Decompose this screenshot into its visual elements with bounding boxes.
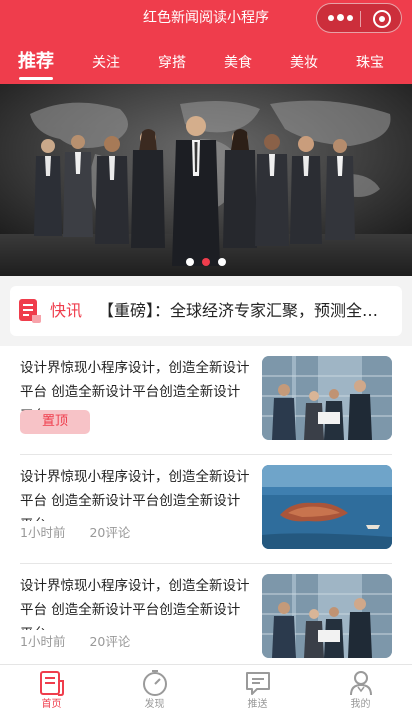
news-comments: 20评论 [89,634,131,649]
capsule-divider [360,11,361,27]
tabbar-label: 首页 [41,699,62,710]
news-meta: 1小时前 20评论 [20,634,150,650]
tab-jewelry[interactable]: 珠宝 [352,48,388,84]
bottom-tab-bar: 首页 发现 推送 我的 [0,664,412,712]
tab-makeup[interactable]: 美妆 [286,48,322,84]
flash-headline[interactable]: 【重磅】：全球经济专家汇聚，预测全球经济新趋势 [98,301,394,321]
stopwatch-icon [143,670,167,696]
tabbar-home[interactable]: 首页 [0,665,103,712]
news-thumbnail[interactable] [262,574,392,658]
close-target-icon[interactable] [373,10,391,28]
carousel-indicators [0,258,412,268]
news-comments: 20评论 [89,525,131,540]
banner-image [0,84,412,276]
news-time: 1小时前 [20,525,66,540]
news-card[interactable]: 设计界惊现小程序设计，创造全新设计平台 创造全新设计平台创造全新设计平台 1小时… [0,564,412,664]
more-dots-icon[interactable] [328,9,354,27]
mini-program-capsule [316,3,402,33]
news-thumbnail[interactable] [262,356,392,440]
category-tabs: 推荐 关注 穿搭 美食 美妆 珠宝 [0,48,412,84]
news-title[interactable]: 设计界惊现小程序设计，创造全新设计平台 创造全新设计平台创造全新设计平台 [20,574,250,630]
header: 红色新闻阅读小程序 推荐 关注 穿搭 美食 美妆 珠宝 [0,0,412,84]
news-title[interactable]: 设计界惊现小程序设计，创造全新设计平台 创造全新设计平台创造全新设计平台 [20,465,250,521]
news-time: 1小时前 [20,634,66,649]
news-meta: 1小时前 20评论 [20,525,150,541]
tabbar-me[interactable]: 我的 [309,665,412,712]
tab-outfit[interactable]: 穿搭 [154,48,190,84]
tabbar-label: 我的 [350,699,371,710]
tab-food[interactable]: 美食 [220,48,256,84]
news-thumbnail[interactable] [262,465,392,549]
news-list: 设计界惊现小程序设计，创造全新设计平台 创造全新设计平台创造全新设计平台 置顶 … [0,346,412,664]
news-title[interactable]: 设计界惊现小程序设计，创造全新设计平台 创造全新设计平台创造全新设计平台 [20,356,250,412]
news-doc-icon [19,299,41,323]
tab-follow[interactable]: 关注 [88,48,124,84]
carousel-dot-active[interactable] [202,258,210,266]
carousel-dot[interactable] [218,258,226,266]
flash-label: 快讯 [50,301,83,320]
banner-carousel[interactable] [0,84,412,276]
tabbar-label: 推送 [247,699,268,710]
pinned-badge: 置顶 [20,410,90,434]
news-card[interactable]: 设计界惊现小程序设计，创造全新设计平台 创造全新设计平台创造全新设计平台 置顶 [0,346,412,456]
tabbar-push[interactable]: 推送 [206,665,309,712]
tab-recommend[interactable]: 推荐 [18,48,54,84]
news-card[interactable]: 设计界惊现小程序设计，创造全新设计平台 创造全新设计平台创造全新设计平台 1小时… [0,455,412,565]
home-news-icon [40,671,64,696]
carousel-dot[interactable] [186,258,194,266]
user-icon [350,671,372,696]
tabbar-label: 发现 [144,699,165,710]
tabbar-discover[interactable]: 发现 [103,665,206,712]
flash-news-bar[interactable]: 快讯 【重磅】：全球经济专家汇聚，预测全球经济新趋势 [10,286,402,336]
message-icon [246,672,270,695]
